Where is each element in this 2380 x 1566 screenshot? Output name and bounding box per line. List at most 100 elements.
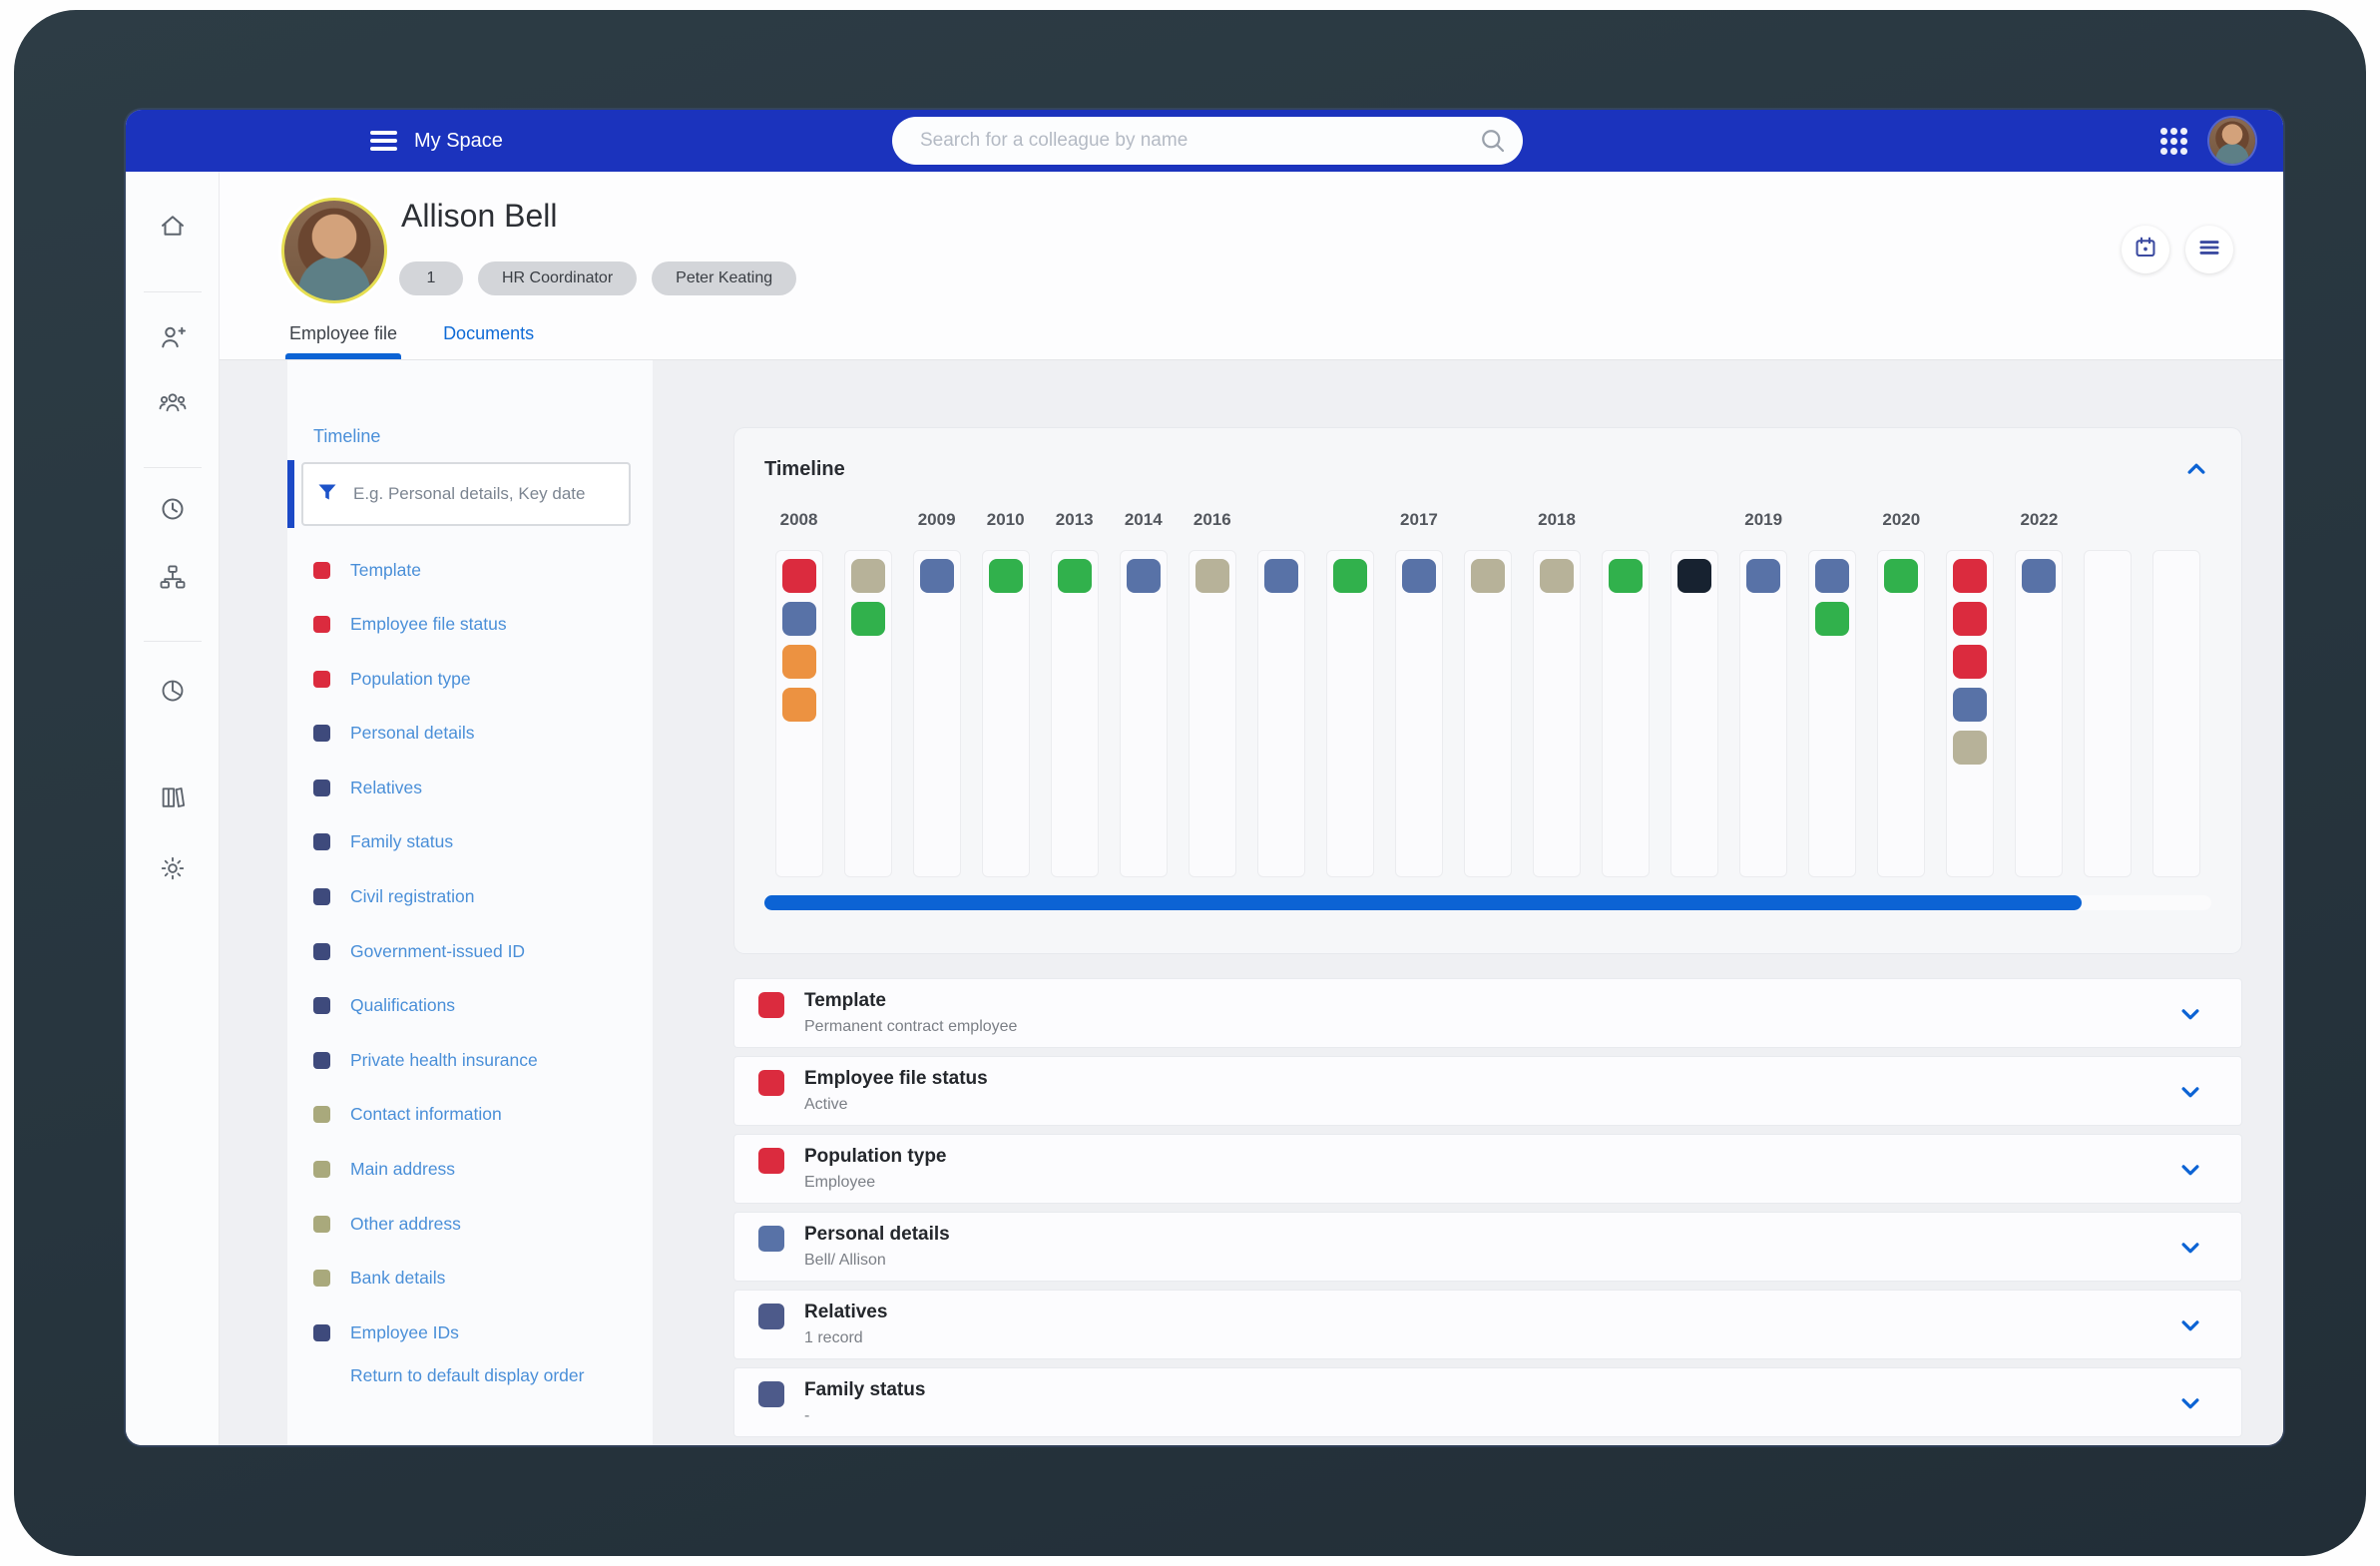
- timeline-event-square[interactable]: [1815, 602, 1849, 636]
- timeline-event-square[interactable]: [782, 559, 816, 593]
- timeline-event-square[interactable]: [1746, 559, 1780, 593]
- list-menu-button[interactable]: [2185, 226, 2233, 273]
- main-menu-button[interactable]: My Space: [370, 110, 503, 172]
- timeline-event-square[interactable]: [1953, 731, 1987, 765]
- field-list-item[interactable]: Other address: [313, 1210, 645, 1238]
- field-list-item[interactable]: Private health insurance: [313, 1046, 645, 1074]
- field-list-item[interactable]: Employee IDs: [313, 1318, 645, 1346]
- timeline-event-square[interactable]: [2022, 559, 2056, 593]
- timeline-event-square[interactable]: [782, 645, 816, 679]
- timeline-track: [1877, 550, 1925, 877]
- section-row[interactable]: TemplatePermanent contract employee: [734, 979, 2241, 1047]
- timeline-event-square[interactable]: [989, 559, 1023, 593]
- timeline-scrollbar-thumb[interactable]: [764, 895, 2082, 910]
- tab-employee-file[interactable]: Employee file: [289, 323, 397, 359]
- timeline-event-square[interactable]: [782, 688, 816, 722]
- timeline-event-square[interactable]: [1953, 688, 1987, 722]
- timeline-column: [1453, 510, 1522, 877]
- tab-documents[interactable]: Documents: [443, 323, 534, 359]
- sidebar-item-home[interactable]: [153, 208, 193, 248]
- timeline-event-square[interactable]: [1953, 559, 1987, 593]
- sidebar-item-team[interactable]: [153, 384, 193, 424]
- timeline-year-label: 2009: [918, 510, 956, 540]
- section-row[interactable]: Relatives 1 record: [734, 1291, 2241, 1358]
- timeline-event-square[interactable]: [1471, 559, 1505, 593]
- timeline-event-square[interactable]: [1402, 559, 1436, 593]
- timeline-track: [913, 550, 961, 877]
- search-icon[interactable]: [1478, 126, 1508, 156]
- field-filter-input[interactable]: [351, 483, 617, 505]
- timeline-event-square[interactable]: [1333, 559, 1367, 593]
- section-row[interactable]: Personal detailsBell/ Allison: [734, 1213, 2241, 1281]
- timeline-event-square[interactable]: [1677, 559, 1711, 593]
- section-value: Bell/ Allison: [804, 1252, 950, 1270]
- sidebar-item-analytics[interactable]: [153, 673, 193, 713]
- chevron-down-icon[interactable]: [2175, 999, 2205, 1034]
- timeline-event-square[interactable]: [1953, 645, 1987, 679]
- timeline-event-square[interactable]: [851, 559, 885, 593]
- field-list-item[interactable]: Template: [313, 556, 645, 584]
- field-list-item[interactable]: Main address: [313, 1156, 645, 1184]
- timeline-event-square[interactable]: [1884, 559, 1918, 593]
- timeline-event-square[interactable]: [1058, 559, 1092, 593]
- chevron-down-icon[interactable]: [2175, 1077, 2205, 1112]
- field-list-item[interactable]: Bank details: [313, 1265, 645, 1293]
- section-title: Relatives: [804, 1302, 887, 1323]
- sidebar-item-settings[interactable]: [153, 850, 193, 890]
- field-list-item[interactable]: Relatives: [313, 774, 645, 801]
- timeline-event-square[interactable]: [1609, 559, 1643, 593]
- sidebar-item-add-colleague[interactable]: [153, 319, 193, 359]
- timeline-column: 2017: [1384, 510, 1453, 877]
- field-bullet-icon: [313, 1216, 330, 1233]
- section-row[interactable]: Family status-: [734, 1368, 2241, 1436]
- chevron-down-icon[interactable]: [2175, 1155, 2205, 1190]
- timeline-event-square[interactable]: [920, 559, 954, 593]
- timeline-column: 2008: [764, 510, 833, 877]
- sidebar-item-time[interactable]: [153, 491, 193, 531]
- timeline-year-label: 2014: [1125, 510, 1163, 540]
- timeline-year-label: 2013: [1056, 510, 1094, 540]
- timeline-event-square[interactable]: [1264, 559, 1298, 593]
- timeline-link[interactable]: Timeline: [313, 426, 380, 447]
- section-row[interactable]: Employee file statusActive: [734, 1057, 2241, 1125]
- section-value: 1 record: [804, 1329, 887, 1347]
- field-list-item[interactable]: Contact information: [313, 1101, 645, 1129]
- timeline-column: 2016: [1178, 510, 1246, 877]
- timeline-event-square[interactable]: [1195, 559, 1229, 593]
- reset-order-link[interactable]: Return to default display order: [350, 1365, 584, 1386]
- search-input[interactable]: [892, 117, 1523, 165]
- field-bullet-icon: [313, 1161, 330, 1178]
- timeline-event-square[interactable]: [1540, 559, 1574, 593]
- timeline-event-square[interactable]: [1953, 602, 1987, 636]
- field-bullet-icon: [313, 997, 330, 1014]
- top-bar: My Space: [126, 110, 2283, 172]
- sidebar-item-library[interactable]: [153, 780, 193, 819]
- field-list-item[interactable]: Population type: [313, 665, 645, 693]
- timeline-event-square[interactable]: [782, 602, 816, 636]
- section-color-square: [758, 1226, 784, 1252]
- field-list-item[interactable]: Qualifications: [313, 992, 645, 1020]
- field-bullet-icon: [313, 616, 330, 633]
- section-text: Population typeEmployee: [804, 1135, 947, 1203]
- profile-tabs: Employee file Documents: [289, 323, 534, 359]
- field-list-item[interactable]: Civil registration: [313, 883, 645, 911]
- chevron-down-icon[interactable]: [2175, 1233, 2205, 1268]
- chevron-down-icon[interactable]: [2175, 1388, 2205, 1423]
- user-avatar[interactable]: [2209, 118, 2255, 164]
- field-list-item[interactable]: Employee file status: [313, 611, 645, 639]
- chevron-up-icon[interactable]: [2181, 454, 2211, 484]
- timeline-column: 2020: [1867, 510, 1936, 877]
- field-list-item[interactable]: Family status: [313, 828, 645, 856]
- section-row[interactable]: Population typeEmployee: [734, 1135, 2241, 1203]
- filter-funnel-icon: [315, 480, 339, 509]
- apps-grid-icon[interactable]: [2160, 128, 2187, 155]
- field-list-item[interactable]: Personal details: [313, 720, 645, 748]
- timeline-event-square[interactable]: [1815, 559, 1849, 593]
- field-list-item[interactable]: Government-issued ID: [313, 937, 645, 965]
- field-label: Government-issued ID: [350, 941, 525, 962]
- sidebar-item-org-chart[interactable]: [153, 559, 193, 599]
- calendar-button[interactable]: [2122, 226, 2169, 273]
- timeline-event-square[interactable]: [1127, 559, 1161, 593]
- timeline-event-square[interactable]: [851, 602, 885, 636]
- chevron-down-icon[interactable]: [2175, 1310, 2205, 1345]
